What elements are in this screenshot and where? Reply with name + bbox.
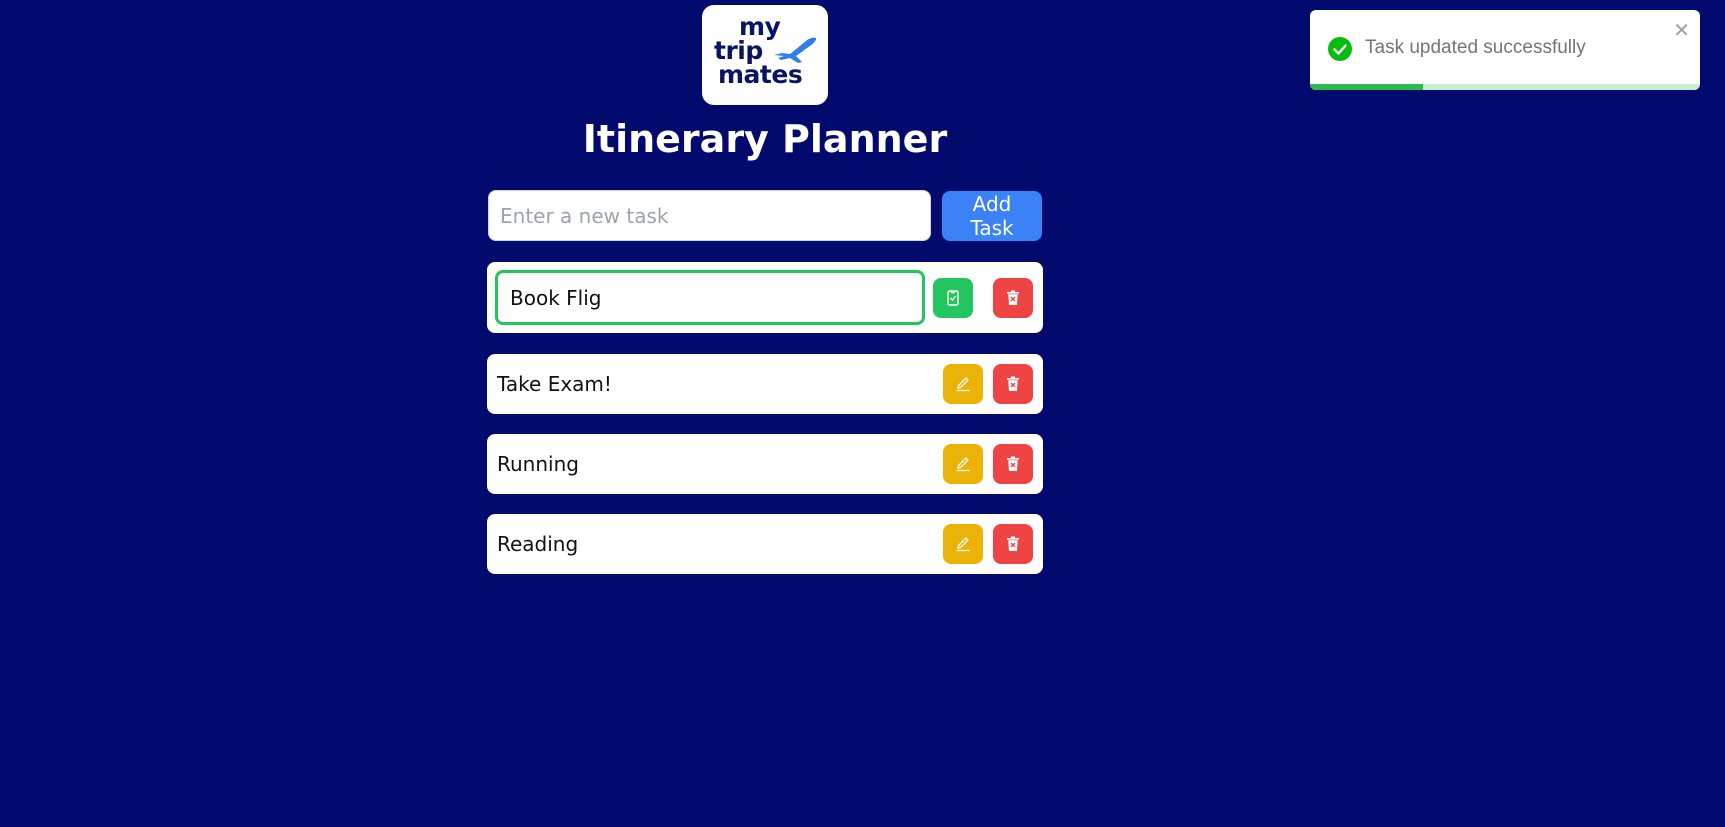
app-logo: my trip mates [702, 5, 828, 105]
task-item: Reading [487, 514, 1043, 574]
task-label: Take Exam! [497, 372, 612, 396]
task-item-editing [487, 262, 1043, 333]
task-item: Take Exam! [487, 354, 1043, 414]
task-label: Running [497, 452, 579, 476]
new-task-input[interactable] [488, 190, 931, 241]
delete-task-button[interactable] [993, 364, 1033, 404]
edit-task-button[interactable] [943, 364, 983, 404]
delete-icon [1007, 376, 1019, 391]
task-edit-input[interactable] [495, 270, 925, 325]
pencil-icon [956, 377, 970, 392]
edit-task-button[interactable] [943, 444, 983, 484]
delete-icon [1007, 290, 1019, 305]
pencil-icon [956, 457, 970, 472]
toast-message: Task updated successfully [1365, 37, 1586, 58]
edit-task-button[interactable] [943, 524, 983, 564]
plane-icon [774, 37, 817, 63]
delete-icon [1007, 456, 1019, 471]
toast-progress-fill [1310, 84, 1424, 90]
pencil-icon [956, 537, 970, 552]
task-item: Running [487, 434, 1043, 494]
task-label: Reading [497, 532, 579, 556]
toast-notification: Task updated successfully ✕ [1310, 10, 1700, 90]
save-task-button[interactable] [933, 278, 973, 318]
delete-task-button[interactable] [993, 278, 1033, 318]
delete-task-button[interactable] [993, 524, 1033, 564]
success-check-icon [1328, 37, 1352, 61]
close-icon[interactable]: ✕ [1673, 20, 1690, 40]
toast-progress-bar [1310, 84, 1700, 90]
save-icon [947, 290, 959, 306]
delete-task-button[interactable] [993, 444, 1033, 484]
page-title: Itinerary Planner [582, 117, 948, 161]
logo-text-mates: mates [718, 60, 803, 89]
delete-icon [1007, 536, 1019, 551]
add-task-button[interactable]: Add Task [942, 191, 1042, 241]
